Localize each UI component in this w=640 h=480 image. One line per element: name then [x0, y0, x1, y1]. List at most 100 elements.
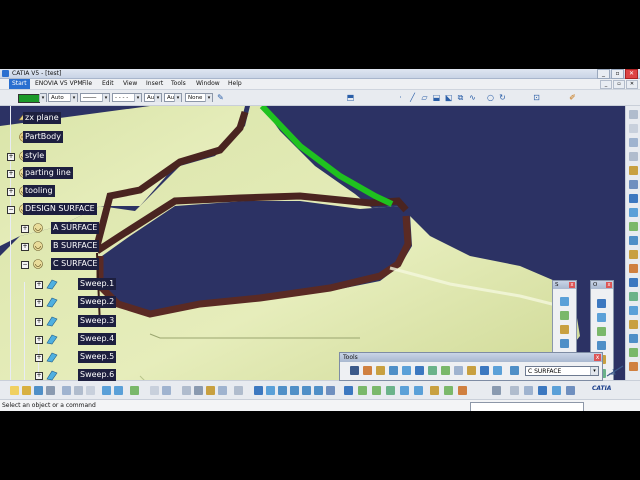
zoom-in-icon[interactable] [302, 386, 311, 395]
check-icon[interactable] [218, 386, 227, 395]
analysis-icon[interactable]: ⊡ [532, 93, 541, 102]
redo-icon[interactable] [114, 386, 123, 395]
menu-view[interactable]: View [123, 79, 137, 89]
pan-icon[interactable] [278, 386, 287, 395]
menu-insert[interactable]: Insert [146, 79, 163, 89]
measure-item-icon[interactable] [538, 386, 547, 395]
rule-icon[interactable] [206, 386, 215, 395]
fit-all-icon[interactable] [266, 386, 275, 395]
paste-icon[interactable] [86, 386, 95, 395]
spline-icon[interactable]: ↻ [498, 93, 507, 102]
right-tool-icon-5[interactable] [629, 166, 638, 175]
expand-toggle[interactable]: + [7, 188, 15, 196]
expand-toggle[interactable]: + [7, 170, 15, 178]
datum-icon[interactable] [428, 366, 437, 375]
right-tool-icon-4[interactable] [629, 152, 638, 161]
expand-toggle[interactable]: + [21, 225, 29, 233]
sweep-icon[interactable] [560, 297, 569, 306]
inertia-icon[interactable] [552, 386, 561, 395]
geometrical-set-icon[interactable] [441, 366, 450, 375]
formula-icon[interactable] [150, 386, 159, 395]
right-tool-icon-7[interactable] [629, 194, 638, 203]
shading-edges-icon[interactable] [372, 386, 381, 395]
collapse-toggle[interactable]: − [7, 206, 15, 214]
axis-system-icon[interactable] [363, 366, 372, 375]
normal-view-icon[interactable] [326, 386, 335, 395]
new-icon[interactable] [10, 386, 19, 395]
axis-icon[interactable] [376, 366, 385, 375]
trim-icon[interactable] [597, 327, 606, 336]
zoom-out-icon[interactable] [314, 386, 323, 395]
right-tool-icon-2[interactable] [629, 124, 638, 133]
undo-icon[interactable] [102, 386, 111, 395]
copy-object-icon[interactable] [493, 366, 502, 375]
none-select[interactable]: None ▾ [185, 93, 213, 102]
intersection-icon[interactable]: ⬕ [444, 93, 453, 102]
right-tool-icon-11[interactable] [629, 250, 638, 259]
tree-item[interactable]: + style [0, 150, 120, 163]
tree-item[interactable]: PartBody [0, 131, 120, 144]
blend-icon[interactable] [560, 339, 569, 348]
tree-item[interactable]: + B SURFACE [0, 240, 120, 253]
light-icon[interactable] [444, 386, 453, 395]
design-table-icon[interactable] [234, 386, 243, 395]
curve-icon[interactable]: ∿ [468, 93, 477, 102]
right-tool-icon-14[interactable] [629, 292, 638, 301]
tree-item[interactable]: + parting line [0, 167, 120, 180]
right-tool-icon-12[interactable] [629, 264, 638, 273]
whats-this-icon[interactable] [130, 386, 139, 395]
hide-icon[interactable] [454, 366, 463, 375]
copy-icon[interactable] [74, 386, 83, 395]
doc-minimize-button[interactable]: _ [600, 80, 612, 89]
tools-toolbar[interactable]: Tools x C SURFACE ▾ [339, 352, 603, 381]
menu-tools[interactable]: Tools [171, 79, 186, 89]
right-tool-icon-18[interactable] [629, 348, 638, 357]
menu-file[interactable]: File [82, 79, 92, 89]
menu-start[interactable]: Start [9, 79, 30, 89]
compass-icon[interactable] [605, 364, 625, 378]
expand-toggle[interactable]: + [35, 299, 43, 307]
tree-item[interactable]: + Sweep.6 [0, 369, 120, 382]
apply-material-icon[interactable] [492, 386, 501, 395]
expand-toggle[interactable]: + [35, 372, 43, 380]
layer-filter-icon[interactable]: ⬒ [346, 93, 355, 102]
dash-select[interactable]: - - - - ▾ [112, 93, 142, 102]
knowledge-icon[interactable] [182, 386, 191, 395]
restore-button[interactable]: ▫ [611, 69, 624, 79]
paint-icon[interactable]: ✎ [216, 93, 225, 102]
right-tool-icon-17[interactable] [629, 334, 638, 343]
menu-help[interactable]: Help [228, 79, 242, 89]
scan-icon[interactable] [480, 366, 489, 375]
iso-view-icon[interactable] [344, 386, 353, 395]
expand-toggle[interactable]: + [35, 336, 43, 344]
right-tool-icon-6[interactable] [629, 180, 638, 189]
doc-close-button[interactable]: ✕ [626, 80, 638, 89]
tree-item[interactable]: zx plane [0, 112, 120, 125]
menu-edit[interactable]: Edit [102, 79, 114, 89]
right-tool-icon-16[interactable] [629, 320, 638, 329]
current-body-select[interactable]: C SURFACE ▾ [525, 366, 599, 376]
minimize-button[interactable]: _ [597, 69, 610, 79]
measure-between-icon[interactable] [524, 386, 533, 395]
offset-icon[interactable]: ⧉ [456, 93, 465, 102]
shading-icon[interactable] [358, 386, 367, 395]
right-tool-icon-8[interactable] [629, 208, 638, 217]
menu-window[interactable]: Window [196, 79, 220, 89]
tree-item[interactable]: + A SURFACE [0, 222, 120, 235]
right-tool-icon-15[interactable] [629, 306, 638, 315]
fill-select[interactable]: Auto ▾ [48, 93, 78, 102]
menu-enovia[interactable]: ENOVIA V5 VPM [35, 79, 83, 89]
multi-section-icon[interactable] [560, 325, 569, 334]
close-button[interactable]: ✕ [625, 69, 638, 79]
collapse-toggle[interactable]: − [21, 261, 29, 269]
hide-show-icon[interactable] [400, 386, 409, 395]
layer2-select[interactable]: Aut ▾ [164, 93, 182, 102]
right-tool-icon-10[interactable] [629, 236, 638, 245]
work-on-support-icon[interactable] [389, 366, 398, 375]
grid-icon[interactable] [402, 366, 411, 375]
render-icon[interactable] [458, 386, 467, 395]
tree-item[interactable]: + Sweep.5 [0, 351, 120, 364]
command-input[interactable] [470, 402, 584, 411]
expand-toggle[interactable]: + [21, 243, 29, 251]
tree-item[interactable]: + Sweep.2 [0, 296, 120, 309]
